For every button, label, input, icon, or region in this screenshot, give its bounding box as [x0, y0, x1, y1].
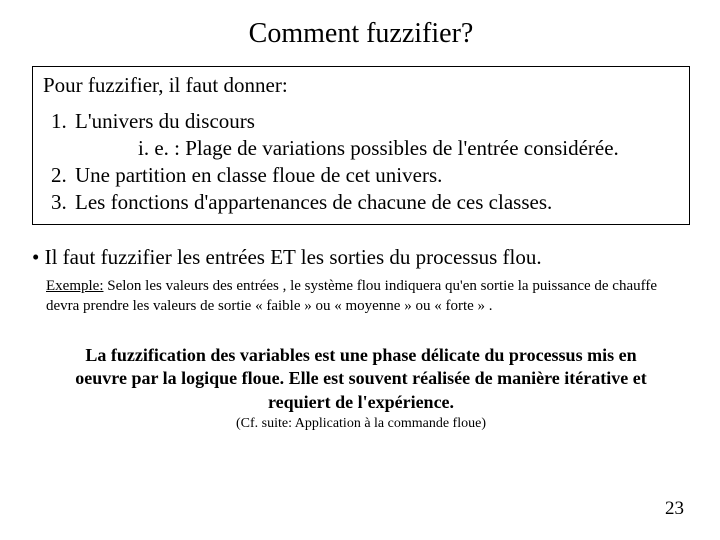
example-label: Exemple: — [46, 278, 103, 294]
item-text: Une partition en classe floue de cet uni… — [75, 163, 442, 187]
page-number: 23 — [665, 498, 684, 520]
box-intro: Pour fuzzifier, il faut donner: — [43, 73, 679, 98]
item-text: Les fonctions d'appartenances de chacune… — [75, 190, 552, 214]
slide: Comment fuzzifier? Pour fuzzifier, il fa… — [0, 0, 720, 540]
conclusion-text: La fuzzification des variables est une p… — [72, 344, 650, 414]
example-text: Selon les valeurs des entrées , le systè… — [46, 278, 657, 314]
item-text: L'univers du discours — [75, 109, 255, 133]
bullet-point: • Il faut fuzzifier les entrées ET les s… — [32, 245, 690, 270]
list-item-2: 2.Une partition en classe floue de cet u… — [43, 162, 679, 189]
list-subitem: i. e. : Plage de variations possibles de… — [43, 135, 679, 162]
list-item-3: 3.Les fonctions d'appartenances de chacu… — [43, 189, 679, 216]
example-block: Exemple: Selon les valeurs des entrées ,… — [32, 276, 690, 317]
definition-box: Pour fuzzifier, il faut donner: 1.L'univ… — [32, 66, 690, 225]
cf-note: (Cf. suite: Application à la commande fl… — [32, 416, 690, 432]
item-number: 2. — [51, 162, 75, 189]
list-item-1: 1.L'univers du discours — [43, 108, 679, 135]
slide-title: Comment fuzzifier? — [32, 18, 690, 50]
item-number: 1. — [51, 108, 75, 135]
item-number: 3. — [51, 189, 75, 216]
